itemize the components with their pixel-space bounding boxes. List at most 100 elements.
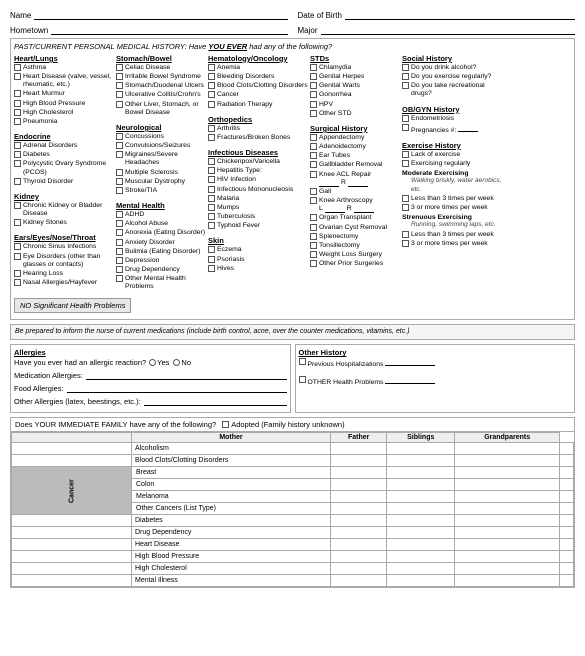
checkbox[interactable] (116, 169, 123, 176)
table-cell[interactable] (331, 575, 387, 587)
checkbox[interactable] (402, 64, 409, 71)
table-cell[interactable] (455, 575, 560, 587)
checkbox[interactable] (116, 133, 123, 140)
checkbox[interactable] (208, 176, 215, 183)
checkbox[interactable] (310, 91, 317, 98)
other-allergy-underline[interactable] (144, 396, 287, 406)
checkbox[interactable] (208, 73, 215, 80)
checkbox[interactable] (310, 242, 317, 249)
table-cell[interactable] (455, 503, 560, 515)
table-cell[interactable] (560, 455, 574, 467)
table-cell[interactable] (455, 479, 560, 491)
table-cell[interactable] (387, 491, 455, 503)
checkbox[interactable] (208, 265, 215, 272)
checkbox[interactable] (14, 270, 21, 277)
checkbox[interactable] (402, 82, 409, 89)
checkbox[interactable] (310, 233, 317, 240)
table-cell[interactable] (455, 443, 560, 455)
table-cell[interactable] (387, 443, 455, 455)
checkbox[interactable] (310, 214, 317, 221)
table-cell[interactable] (387, 503, 455, 515)
checkbox[interactable] (310, 161, 317, 168)
table-cell[interactable] (455, 491, 560, 503)
checkbox[interactable] (402, 240, 409, 247)
med-underline[interactable] (86, 370, 287, 380)
table-cell[interactable] (455, 527, 560, 539)
table-cell[interactable] (560, 551, 574, 563)
table-cell[interactable] (560, 503, 574, 515)
checkbox[interactable] (14, 160, 21, 167)
checkbox[interactable] (116, 82, 123, 89)
checkbox[interactable] (402, 195, 409, 202)
checkbox[interactable] (14, 178, 21, 185)
checkbox[interactable] (116, 229, 123, 236)
checkbox[interactable] (208, 64, 215, 71)
checkbox[interactable] (116, 275, 123, 282)
food-underline[interactable] (67, 383, 287, 393)
checkbox[interactable] (310, 134, 317, 141)
table-cell[interactable] (387, 479, 455, 491)
checkbox[interactable] (14, 142, 21, 149)
table-cell[interactable] (387, 563, 455, 575)
table-cell[interactable] (331, 551, 387, 563)
table-cell[interactable] (331, 527, 387, 539)
checkbox[interactable] (116, 211, 123, 218)
checkbox[interactable] (208, 91, 215, 98)
checkbox[interactable] (402, 73, 409, 80)
checkbox[interactable] (14, 151, 21, 158)
checkbox[interactable] (14, 202, 21, 209)
checkbox[interactable] (310, 224, 317, 231)
table-cell[interactable] (560, 479, 574, 491)
table-cell[interactable] (387, 455, 455, 467)
table-cell[interactable] (560, 467, 574, 479)
checkbox[interactable] (208, 186, 215, 193)
checkbox[interactable] (208, 134, 215, 141)
checkbox[interactable] (208, 256, 215, 263)
table-cell[interactable] (455, 539, 560, 551)
table-cell[interactable] (331, 515, 387, 527)
table-cell[interactable] (387, 539, 455, 551)
table-cell[interactable] (455, 467, 560, 479)
checkbox[interactable] (116, 142, 123, 149)
checkbox[interactable] (116, 64, 123, 71)
table-cell[interactable] (455, 563, 560, 575)
checkbox[interactable] (208, 213, 215, 220)
table-cell[interactable] (560, 539, 574, 551)
checkbox[interactable] (299, 358, 306, 365)
checkbox[interactable] (116, 239, 123, 246)
checkbox[interactable] (116, 187, 123, 194)
checkbox[interactable] (310, 64, 317, 71)
checkbox[interactable] (310, 197, 317, 204)
table-cell[interactable] (560, 491, 574, 503)
table-cell[interactable] (560, 527, 574, 539)
checkbox[interactable] (208, 82, 215, 89)
checkbox[interactable] (116, 178, 123, 185)
table-cell[interactable] (455, 455, 560, 467)
checkbox[interactable] (310, 260, 317, 267)
checkbox[interactable] (14, 90, 21, 97)
checkbox[interactable] (310, 82, 317, 89)
table-cell[interactable] (331, 467, 387, 479)
checkbox[interactable] (208, 246, 215, 253)
table-cell[interactable] (387, 515, 455, 527)
table-cell[interactable] (560, 443, 574, 455)
checkbox[interactable] (310, 251, 317, 258)
checkbox[interactable] (14, 100, 21, 107)
checkbox[interactable] (299, 376, 306, 383)
table-cell[interactable] (331, 455, 387, 467)
table-cell[interactable] (387, 527, 455, 539)
table-cell[interactable] (455, 515, 560, 527)
no-radio[interactable] (173, 359, 180, 366)
checkbox[interactable] (310, 110, 317, 117)
checkbox[interactable] (116, 91, 123, 98)
checkbox[interactable] (14, 219, 21, 226)
checkbox[interactable] (14, 109, 21, 116)
checkbox[interactable] (402, 115, 409, 122)
table-cell[interactable] (560, 515, 574, 527)
checkbox[interactable] (208, 204, 215, 211)
table-cell[interactable] (331, 443, 387, 455)
yes-radio[interactable] (149, 359, 156, 366)
checkbox[interactable] (14, 253, 21, 260)
checkbox[interactable] (310, 101, 317, 108)
checkbox[interactable] (14, 118, 21, 125)
